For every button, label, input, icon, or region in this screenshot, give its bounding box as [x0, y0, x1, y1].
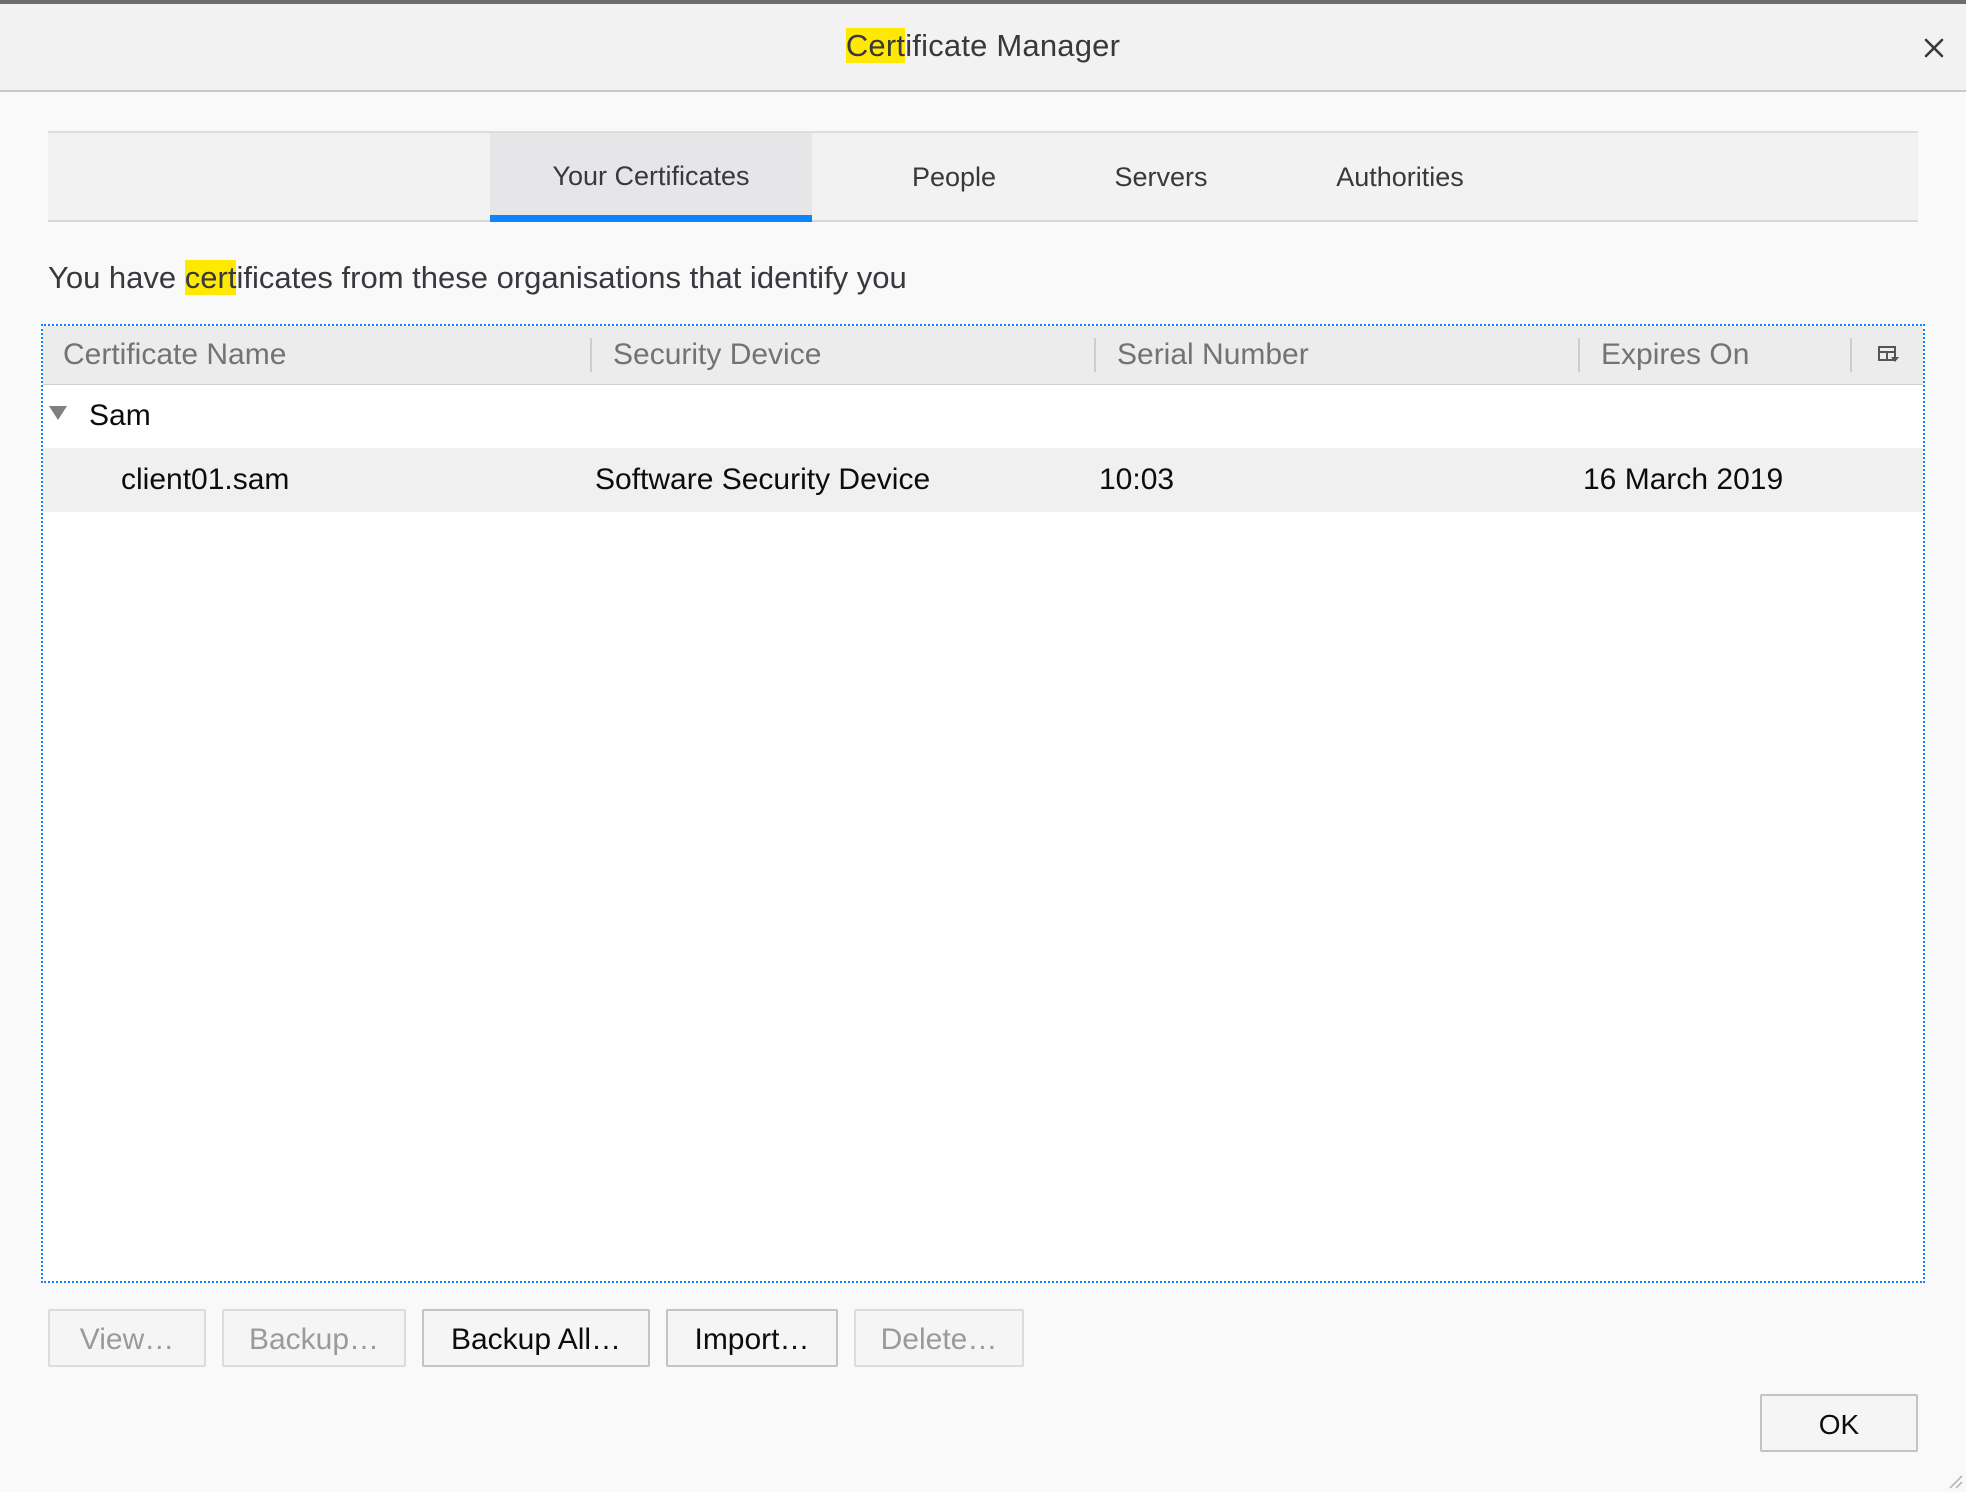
close-button[interactable] — [1916, 30, 1952, 66]
backup-all-button[interactable]: Backup All… — [422, 1309, 650, 1367]
table-row[interactable]: client01.sam Software Security Device 10… — [43, 448, 1923, 512]
column-splitter[interactable] — [1094, 338, 1096, 372]
title-bar: Certificate Manager — [0, 4, 1966, 92]
intro-text-end: ificates from these organisations that i… — [236, 260, 907, 295]
tab-strip: Your Certificates People Servers Authori… — [48, 131, 1918, 222]
import-button[interactable]: Import… — [666, 1309, 838, 1367]
column-header-security-device[interactable]: Security Device — [613, 326, 821, 384]
tab-your-certificates[interactable]: Your Certificates — [490, 133, 812, 222]
title-highlight: Cert — [845, 28, 906, 63]
title-text: ificate Manager — [905, 28, 1121, 63]
column-header-serial-number[interactable]: Serial Number — [1117, 326, 1309, 384]
tab-authorities[interactable]: Authorities — [1278, 133, 1522, 222]
cell-security-device: Software Security Device — [595, 463, 931, 496]
ok-button[interactable]: OK — [1760, 1394, 1918, 1452]
certificate-tree[interactable]: Certificate Name Security Device Serial … — [41, 324, 1925, 1283]
view-button[interactable]: View… — [48, 1309, 206, 1367]
cell-expires-on: 16 March 2019 — [1583, 463, 1784, 496]
cell-certificate-name: client01.sam — [121, 463, 290, 496]
tree-header: Certificate Name Security Device Serial … — [43, 326, 1923, 385]
cell-serial-number: 10:03 — [1099, 463, 1175, 496]
column-picker-icon[interactable] — [1877, 343, 1901, 367]
tree-group-row[interactable]: Sam — [43, 384, 1923, 448]
column-header-certificate-name[interactable]: Certificate Name — [63, 326, 286, 384]
column-splitter[interactable] — [1578, 338, 1580, 372]
column-splitter[interactable] — [1850, 338, 1852, 372]
delete-button[interactable]: Delete… — [854, 1309, 1024, 1367]
resize-grip-icon[interactable] — [1942, 1468, 1964, 1490]
expand-twisty-icon[interactable] — [49, 406, 67, 420]
group-label: Sam — [89, 399, 151, 432]
intro-highlight: cert — [184, 260, 237, 295]
window-title: Certificate Manager — [0, 28, 1966, 64]
intro-text-start: You have — [48, 260, 185, 295]
close-icon — [1924, 38, 1944, 58]
tab-people[interactable]: People — [858, 133, 1050, 222]
tab-servers[interactable]: Servers — [1066, 133, 1256, 222]
intro-text: You have certificates from these organis… — [48, 260, 907, 296]
column-header-expires-on[interactable]: Expires On — [1601, 326, 1749, 384]
column-splitter[interactable] — [590, 338, 592, 372]
backup-button[interactable]: Backup… — [222, 1309, 406, 1367]
